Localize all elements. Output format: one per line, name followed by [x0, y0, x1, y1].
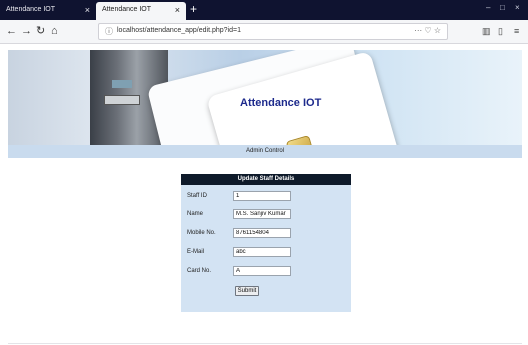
minimize-icon[interactable]: –: [486, 3, 490, 12]
tab-attendance-iot-1[interactable]: Attendance IOT ×: [0, 2, 96, 20]
field-label: Card No.: [187, 268, 212, 274]
page-actions-icon[interactable]: ··· ♡ ☆: [414, 26, 441, 35]
form-row-mobile: Mobile No.: [181, 228, 351, 240]
url-text[interactable]: localhost/attendance_app/edit.php?id=1: [117, 27, 241, 34]
reload-icon[interactable]: ↻: [36, 25, 45, 37]
form-row-name: Name: [181, 209, 351, 221]
card-no-input[interactable]: [233, 266, 291, 276]
info-icon[interactable]: ⓘ: [105, 26, 113, 37]
page-divider: [8, 343, 522, 344]
new-tab-icon[interactable]: +: [190, 1, 197, 17]
tab-close-icon[interactable]: ×: [85, 2, 90, 18]
header-banner: Attendance IOT: [8, 50, 522, 145]
form-row-card-no: Card No.: [181, 266, 351, 278]
submit-button[interactable]: Submit: [235, 286, 259, 296]
sidebar-icon[interactable]: ▯: [498, 26, 503, 37]
window-close-icon[interactable]: ×: [515, 3, 520, 12]
field-label: E-Mail: [187, 249, 205, 255]
home-icon[interactable]: ⌂: [51, 25, 58, 37]
staff-id-input[interactable]: [233, 191, 291, 201]
browser-tab-bar: Attendance IOT × Attendance IOT × + – □ …: [0, 0, 528, 20]
name-input[interactable]: [233, 209, 291, 219]
mobile-input[interactable]: [233, 228, 291, 238]
email-input[interactable]: [233, 247, 291, 257]
url-bar[interactable]: ⓘ localhost/attendance_app/edit.php?id=1…: [98, 23, 448, 40]
field-label: Mobile No.: [187, 230, 216, 236]
browser-nav-bar: ← → ↻ ⌂ ⓘ localhost/attendance_app/edit.…: [0, 20, 528, 44]
form-row-staff-id: Staff ID: [181, 191, 351, 203]
tab-close-icon[interactable]: ×: [175, 2, 180, 18]
card-reader-slot: [104, 95, 140, 105]
admin-control-label[interactable]: Admin Control: [246, 148, 284, 154]
field-label: Name: [187, 211, 204, 217]
page-content: Attendance IOT Admin Control Update Staf…: [0, 44, 528, 345]
card-reader-display: [112, 80, 132, 88]
admin-control-bar: Admin Control: [8, 145, 522, 158]
tab-title: Attendance IOT: [102, 6, 152, 13]
site-title: Attendance IOT: [240, 97, 322, 109]
form-row-email: E-Mail: [181, 247, 351, 259]
maximize-icon[interactable]: □: [500, 3, 505, 12]
update-staff-form: Update Staff Details Staff ID Name Mobil…: [181, 174, 351, 312]
library-icon[interactable]: ▥: [482, 26, 491, 37]
forward-arrow-icon[interactable]: →: [21, 25, 32, 37]
tab-title: Attendance IOT: [6, 6, 56, 13]
tab-attendance-iot-2-active[interactable]: Attendance IOT ×: [96, 2, 186, 20]
field-label: Staff ID: [187, 193, 207, 199]
form-heading: Update Staff Details: [181, 174, 351, 185]
back-arrow-icon[interactable]: ←: [6, 25, 17, 37]
hamburger-menu-icon[interactable]: ≡: [514, 26, 519, 36]
